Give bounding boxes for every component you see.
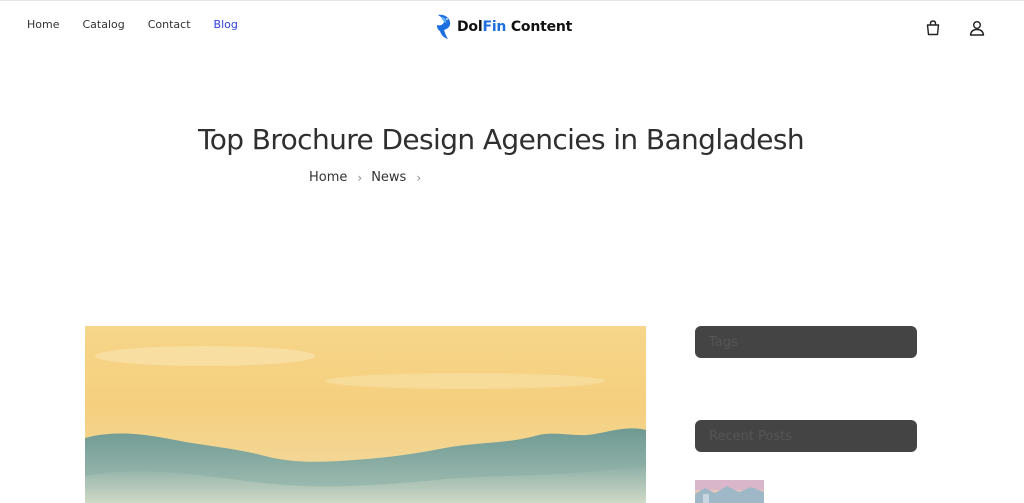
nav-contact[interactable]: Contact: [148, 18, 191, 32]
recent-posts-widget-header: Recent Posts: [695, 420, 917, 452]
recent-posts-widget-title: Recent Posts: [709, 429, 793, 444]
chevron-right-icon: ›: [416, 170, 422, 185]
recent-post-thumbnail[interactable]: [695, 480, 764, 503]
nav-home[interactable]: Home: [27, 18, 59, 32]
site-header: Home Catalog Contact Blog DolFin Content: [0, 0, 1024, 52]
cart-icon[interactable]: [924, 19, 942, 37]
site-logo[interactable]: DolFin Content: [435, 13, 572, 41]
page-title: Top Brochure Design Agencies in Banglade…: [197, 123, 805, 156]
featured-image: [85, 326, 646, 503]
nav-blog[interactable]: Blog: [214, 18, 238, 32]
breadcrumb-news[interactable]: News: [371, 170, 406, 185]
main-nav: Home Catalog Contact Blog: [27, 18, 261, 32]
nav-catalog[interactable]: Catalog: [82, 18, 124, 32]
chevron-right-icon: ›: [357, 170, 363, 185]
breadcrumb: Home › News ›: [309, 170, 430, 185]
breadcrumb-home[interactable]: Home: [309, 170, 347, 185]
dolphin-logo-icon: [437, 14, 451, 39]
tags-widget-header: Tags: [695, 326, 917, 358]
user-icon[interactable]: [968, 19, 986, 37]
tags-widget-title: Tags: [709, 335, 738, 350]
logo-text: DolFin Content: [457, 19, 573, 35]
